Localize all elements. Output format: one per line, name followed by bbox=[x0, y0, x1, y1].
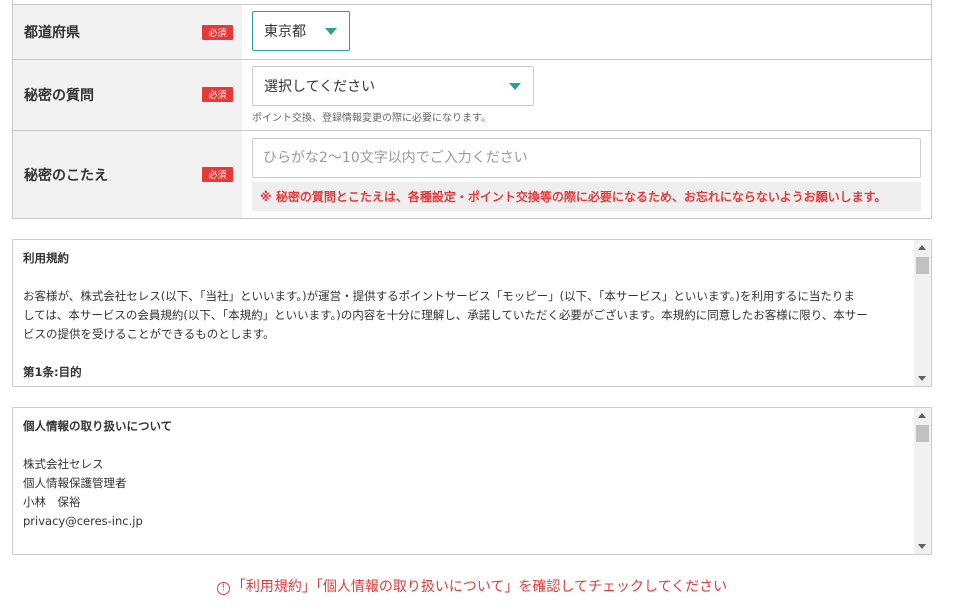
prefecture-label-cell: 都道府県 必須 bbox=[13, 5, 242, 59]
scroll-down-arrow-icon[interactable] bbox=[918, 544, 926, 549]
agreement-error-text: 「利用規約」「個人情報の取り扱いについて」を確認してチェックしてください bbox=[231, 579, 728, 595]
scroll-thumb[interactable] bbox=[916, 425, 929, 442]
scroll-thumb[interactable] bbox=[916, 257, 929, 274]
required-badge: 必須 bbox=[202, 25, 233, 40]
prefecture-label: 都道府県 bbox=[24, 25, 80, 41]
secret-answer-label-cell: 秘密のこたえ 必須 bbox=[13, 131, 242, 218]
prefecture-select-value: 東京都 bbox=[264, 24, 306, 40]
prefecture-row: 都道府県 必須 東京都 bbox=[13, 4, 931, 59]
terms-paragraph-line: お客様が、株式会社セレス(以下、「当社」といいます。)が運営・提供するポイントサ… bbox=[23, 289, 855, 303]
privacy-line: privacy@ceres-inc.jp bbox=[23, 514, 143, 528]
secret-answer-row: 秘密のこたえ 必須 ※ 秘密の質問とこたえは、各種設定・ポイント交換等の際に必要… bbox=[13, 130, 931, 218]
prefecture-select[interactable]: 東京都 bbox=[252, 11, 350, 51]
prefecture-input-cell: 東京都 bbox=[242, 5, 931, 59]
registration-form-table: 都道府県 必須 東京都 秘密の質問 必須 選択してください ポイント交換、登録情… bbox=[12, 0, 932, 219]
scroll-down-arrow-icon[interactable] bbox=[918, 376, 926, 381]
chevron-down-icon bbox=[509, 83, 521, 90]
terms-paragraph-line: ビスの提供を受けることができるものとします。 bbox=[23, 327, 275, 341]
terms-paragraph-line: しては、本サービスの会員規約(以下、「本規約」といいます。)の内容を十分に理解し… bbox=[23, 308, 868, 322]
secret-answer-label: 秘密のこたえ bbox=[24, 167, 108, 184]
terms-title: 利用規約 bbox=[23, 251, 69, 265]
required-badge: 必須 bbox=[202, 167, 233, 182]
scroll-up-arrow-icon[interactable] bbox=[918, 413, 926, 418]
privacy-line: 株式会社セレス bbox=[23, 457, 104, 471]
secret-answer-note: ※ 秘密の質問とこたえは、各種設定・ポイント交換等の際に必要になるため、お忘れに… bbox=[252, 182, 921, 211]
secret-question-label-cell: 秘密の質問 必須 bbox=[13, 60, 242, 130]
privacy-line: 個人情報保護管理者 bbox=[23, 476, 127, 490]
secret-question-label: 秘密の質問 bbox=[24, 88, 94, 104]
secret-answer-input[interactable] bbox=[252, 138, 921, 178]
privacy-content: 個人情報の取り扱いについて 株式会社セレス 個人情報保護管理者 小林 保裕 pr… bbox=[23, 408, 911, 531]
privacy-scroll-box[interactable]: 個人情報の取り扱いについて 株式会社セレス 個人情報保護管理者 小林 保裕 pr… bbox=[12, 407, 932, 555]
privacy-scrollbar[interactable] bbox=[914, 408, 931, 554]
terms-scroll-box[interactable]: 利用規約 お客様が、株式会社セレス(以下、「当社」といいます。)が運営・提供する… bbox=[12, 239, 932, 387]
exclamation-circle-icon: ! bbox=[216, 582, 230, 595]
secret-question-select-value: 選択してください bbox=[264, 79, 376, 95]
terms-section-heading: 第1条:目的 bbox=[23, 365, 82, 379]
secret-question-row: 秘密の質問 必須 選択してください ポイント交換、登録情報変更の際に必要になりま… bbox=[13, 59, 931, 130]
chevron-down-icon bbox=[325, 28, 337, 35]
privacy-title: 個人情報の取り扱いについて bbox=[23, 419, 173, 433]
privacy-line: 小林 保裕 bbox=[23, 495, 81, 509]
terms-scrollbar[interactable] bbox=[914, 240, 931, 386]
secret-answer-input-cell: ※ 秘密の質問とこたえは、各種設定・ポイント交換等の際に必要になるため、お忘れに… bbox=[242, 131, 931, 218]
secret-question-select[interactable]: 選択してください bbox=[252, 66, 534, 106]
terms-content: 利用規約 お客様が、株式会社セレス(以下、「当社」といいます。)が運営・提供する… bbox=[23, 240, 911, 382]
secret-question-input-cell: 選択してください ポイント交換、登録情報変更の際に必要になります。 bbox=[242, 60, 931, 130]
scroll-up-arrow-icon[interactable] bbox=[918, 245, 926, 250]
secret-question-hint: ポイント交換、登録情報変更の際に必要になります。 bbox=[252, 113, 491, 124]
agreement-error-message: ! 「利用規約」「個人情報の取り扱いについて」を確認してチェックしてください bbox=[0, 576, 944, 596]
required-badge: 必須 bbox=[202, 87, 233, 102]
